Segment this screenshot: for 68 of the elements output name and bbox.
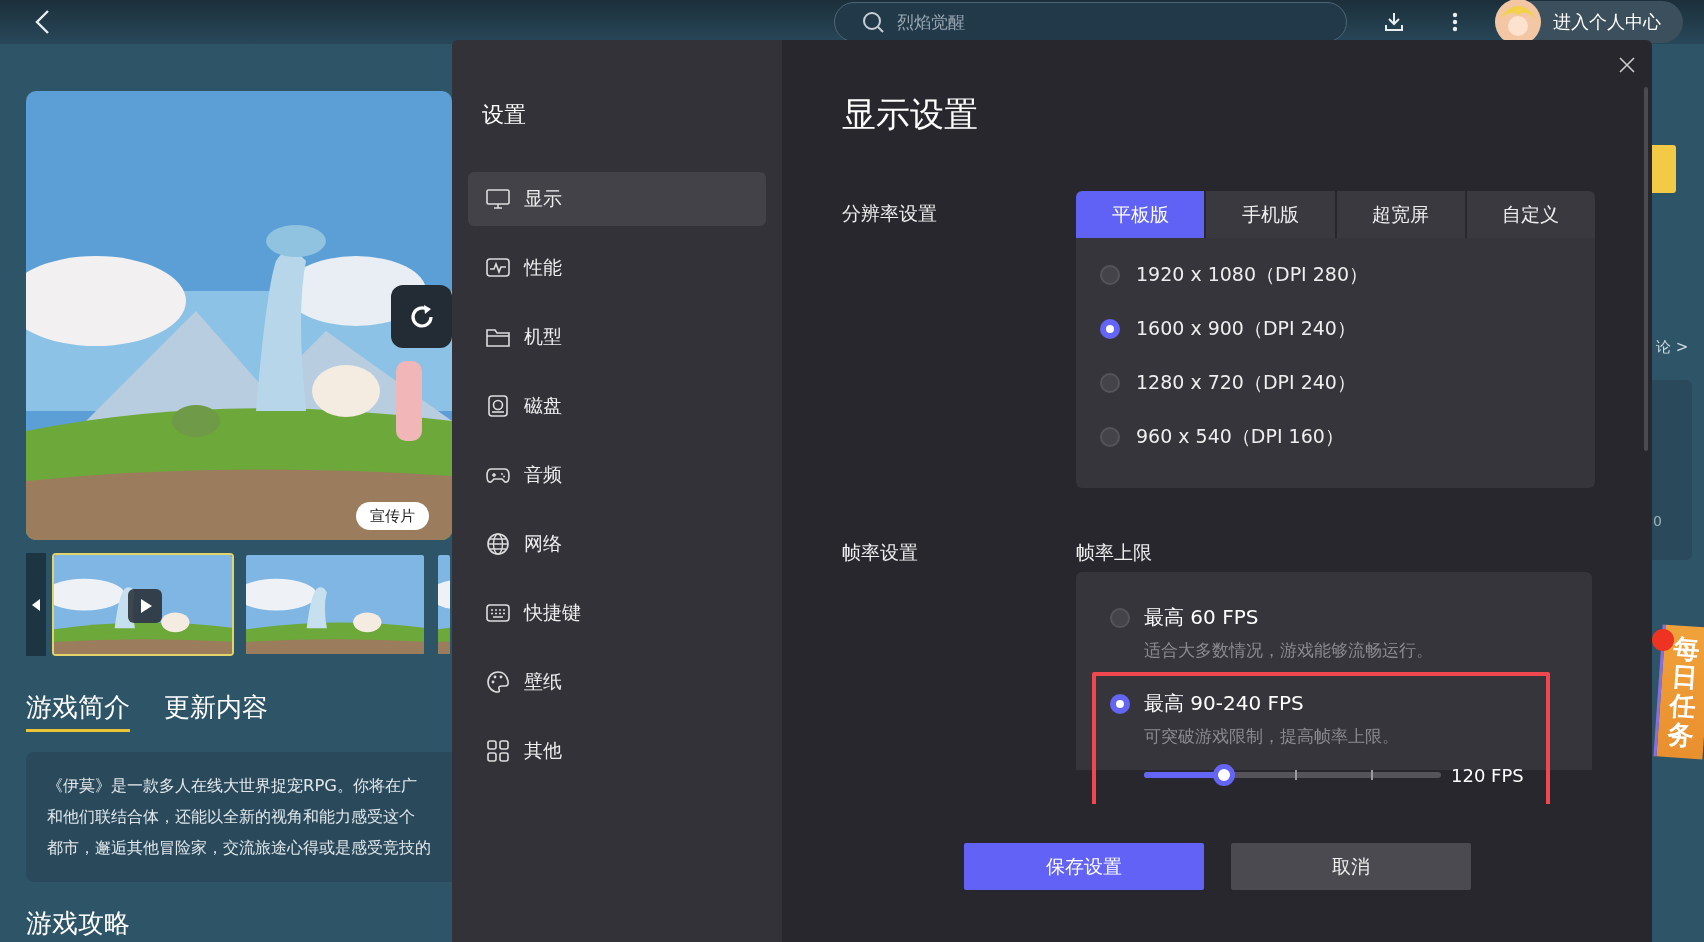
folder-icon xyxy=(486,326,510,348)
close-icon xyxy=(1619,57,1635,73)
section-label: 分辨率设置 xyxy=(842,201,938,226)
download-icon[interactable] xyxy=(1383,11,1405,33)
radio-option[interactable]: 1920 x 1080（DPI 280） xyxy=(1076,248,1595,302)
option-hint: 适合大多数情况，游戏能够流畅运行。 xyxy=(1144,639,1434,662)
description-text: 和他们联结合体，还能以全新的视角和能力感受这个 xyxy=(47,806,416,828)
notification-dot xyxy=(1652,629,1674,651)
palette-icon xyxy=(486,671,510,693)
play-icon[interactable] xyxy=(128,589,162,623)
radio-button[interactable] xyxy=(1100,265,1120,285)
radio-button[interactable] xyxy=(1110,693,1130,714)
search-icon xyxy=(861,10,885,34)
keyboard-icon xyxy=(486,602,510,624)
section-title: 游戏攻略 xyxy=(26,907,131,940)
nav-item[interactable]: 性能 xyxy=(468,241,766,295)
activity-icon xyxy=(486,257,510,279)
nav-item[interactable]: 网络 xyxy=(468,517,766,571)
nav-item[interactable]: 音频 xyxy=(468,448,766,502)
save-button[interactable]: 保存设置 xyxy=(963,843,1204,890)
section-label: 帧率设置 xyxy=(842,540,919,565)
scrollbar[interactable] xyxy=(1644,87,1648,451)
radio-button[interactable] xyxy=(1100,319,1120,339)
radio-option[interactable]: 1600 x 900（DPI 240） xyxy=(1076,302,1595,356)
page-title: 显示设置 xyxy=(842,93,979,136)
grid-icon xyxy=(486,740,510,762)
slider-track[interactable] xyxy=(1144,764,1441,786)
field-label: 帧率上限 xyxy=(1076,540,1153,565)
radio-button[interactable] xyxy=(1110,607,1130,628)
radio-button[interactable] xyxy=(1100,427,1120,447)
back-icon[interactable] xyxy=(34,9,50,35)
radio-option[interactable]: 960 x 540（DPI 160） xyxy=(1076,410,1595,464)
tab[interactable]: 自定义 xyxy=(1466,191,1595,238)
tab[interactable]: 游戏简介 xyxy=(26,690,130,732)
more-link[interactable]: 论 > xyxy=(1656,338,1689,357)
nav-item[interactable]: 其他 xyxy=(468,724,766,778)
tab[interactable]: 手机版 xyxy=(1206,191,1335,238)
nav-item[interactable]: 机型 xyxy=(468,310,766,364)
radio-option[interactable]: 1280 x 720（DPI 240） xyxy=(1076,356,1595,410)
monitor-icon xyxy=(486,188,510,210)
refresh-button[interactable] xyxy=(391,285,452,348)
slider-value: 120 FPS xyxy=(1451,764,1524,786)
settings-title: 设置 xyxy=(482,101,527,129)
tab[interactable]: 更新内容 xyxy=(164,690,268,732)
tab[interactable]: 平板版 xyxy=(1076,191,1205,238)
caret-icon xyxy=(32,598,40,611)
option-title: 最高 90-240 FPS xyxy=(1144,690,1304,717)
radio-button[interactable] xyxy=(1100,373,1120,393)
option-hint: 可突破游戏限制，提高帧率上限。 xyxy=(1144,725,1400,748)
stat-text: 0 xyxy=(1653,513,1662,529)
nav-item[interactable]: 磁盘 xyxy=(468,379,766,433)
more-icon[interactable] xyxy=(1452,11,1458,33)
option-title: 最高 60 FPS xyxy=(1144,604,1259,631)
search-bar[interactable]: 烈焰觉醒 xyxy=(834,2,1347,42)
description-text: 都市，邂逅其他冒险家，交流旅途心得或是感受竞技的 xyxy=(47,837,432,859)
description-text: 《伊莫》是一款多人在线大世界捉宠RPG。你将在广 xyxy=(47,775,418,797)
previous-button[interactable] xyxy=(26,553,46,656)
media-tag[interactable]: 宣传片 xyxy=(356,502,429,530)
globe-icon xyxy=(486,533,510,555)
profile-button[interactable]: 进入个人中心 xyxy=(1495,1,1683,43)
nav-item[interactable]: 快捷键 xyxy=(468,586,766,640)
nav-item[interactable]: 壁纸 xyxy=(468,655,766,709)
slider-thumb[interactable] xyxy=(1213,764,1236,786)
cancel-button[interactable]: 取消 xyxy=(1230,843,1471,890)
search-field[interactable]: 烈焰觉醒 xyxy=(895,11,1199,33)
close-button[interactable] xyxy=(1619,57,1635,73)
nav-item[interactable]: 显示 xyxy=(468,172,766,226)
tab[interactable]: 超宽屏 xyxy=(1336,191,1465,238)
